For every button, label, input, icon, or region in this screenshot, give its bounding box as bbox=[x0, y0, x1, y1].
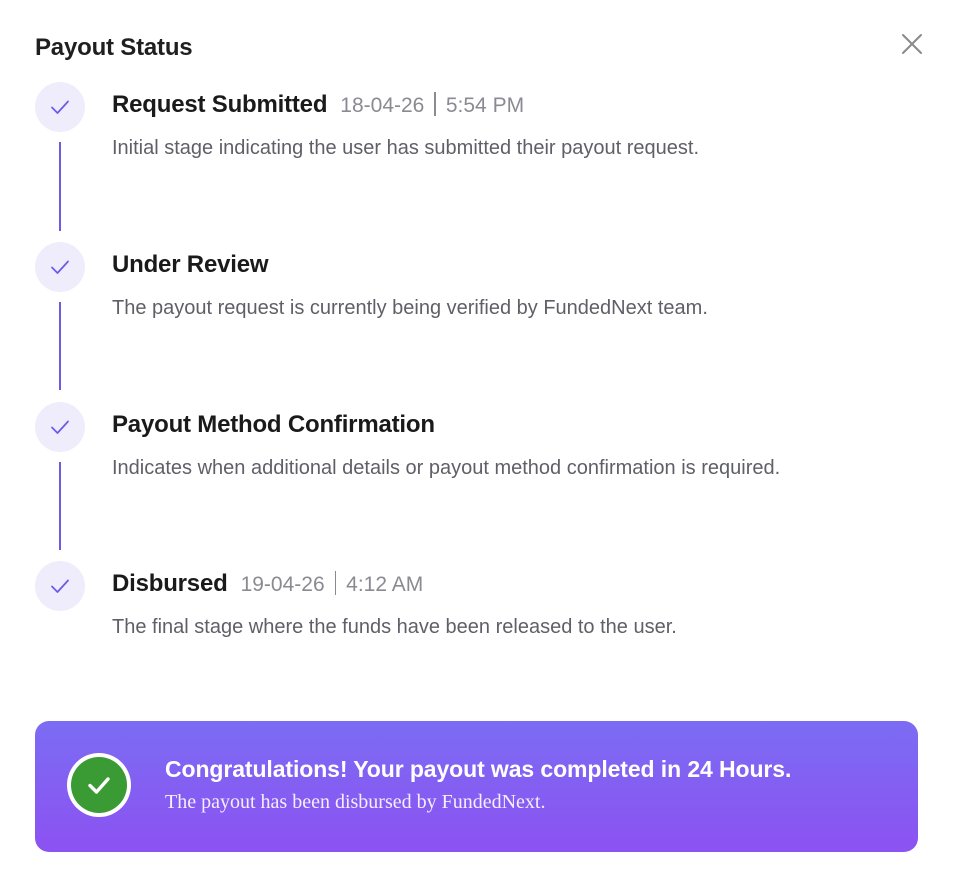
payout-status-modal: Payout Status Request Submitted 18-04-26… bbox=[0, 0, 956, 880]
step-description: Indicates when additional details or pay… bbox=[112, 457, 781, 479]
step-description: Initial stage indicating the user has su… bbox=[112, 137, 700, 159]
step-name: Disbursed bbox=[112, 570, 228, 597]
check-icon bbox=[51, 420, 69, 434]
check-icon bbox=[51, 579, 69, 593]
check-circle-icon bbox=[88, 777, 110, 794]
success-badge bbox=[67, 753, 131, 817]
step-status-dot bbox=[35, 561, 85, 611]
timeline-connector bbox=[59, 462, 61, 550]
step-name: Payout Method Confirmation bbox=[112, 411, 435, 438]
check-icon bbox=[51, 100, 69, 114]
step-status-dot bbox=[35, 242, 85, 292]
step-name: Under Review bbox=[112, 251, 269, 278]
step-timestamp: 19-04-26 4:12 AM bbox=[240, 571, 424, 597]
step-timestamp: 18-04-26 5:54 PM bbox=[340, 92, 524, 118]
step-date: 18-04-26 bbox=[340, 94, 425, 117]
step-date: 19-04-26 bbox=[240, 573, 325, 596]
step-status-dot bbox=[35, 82, 85, 132]
step-description: The final stage where the funds have bee… bbox=[112, 616, 677, 638]
step-status-dot bbox=[35, 402, 85, 452]
banner-headline: Congratulations! Your payout was complet… bbox=[165, 756, 792, 782]
modal-title: Payout Status bbox=[35, 34, 193, 61]
step-description: The payout request is currently being ve… bbox=[112, 297, 708, 319]
close-button[interactable] bbox=[898, 30, 926, 58]
step-time: 5:54 PM bbox=[445, 94, 525, 117]
timeline-connector bbox=[59, 142, 61, 231]
timestamp-divider bbox=[434, 92, 436, 116]
timestamp-divider bbox=[334, 571, 337, 595]
step-name: Request Submitted bbox=[112, 91, 328, 118]
banner-subtext: The payout has been disbursed by FundedN… bbox=[165, 791, 546, 813]
success-banner: Congratulations! Your payout was complet… bbox=[35, 721, 918, 852]
timeline-connector bbox=[59, 302, 61, 390]
step-time: 4:12 AM bbox=[346, 573, 424, 596]
close-icon bbox=[902, 34, 922, 54]
check-icon bbox=[51, 260, 69, 274]
